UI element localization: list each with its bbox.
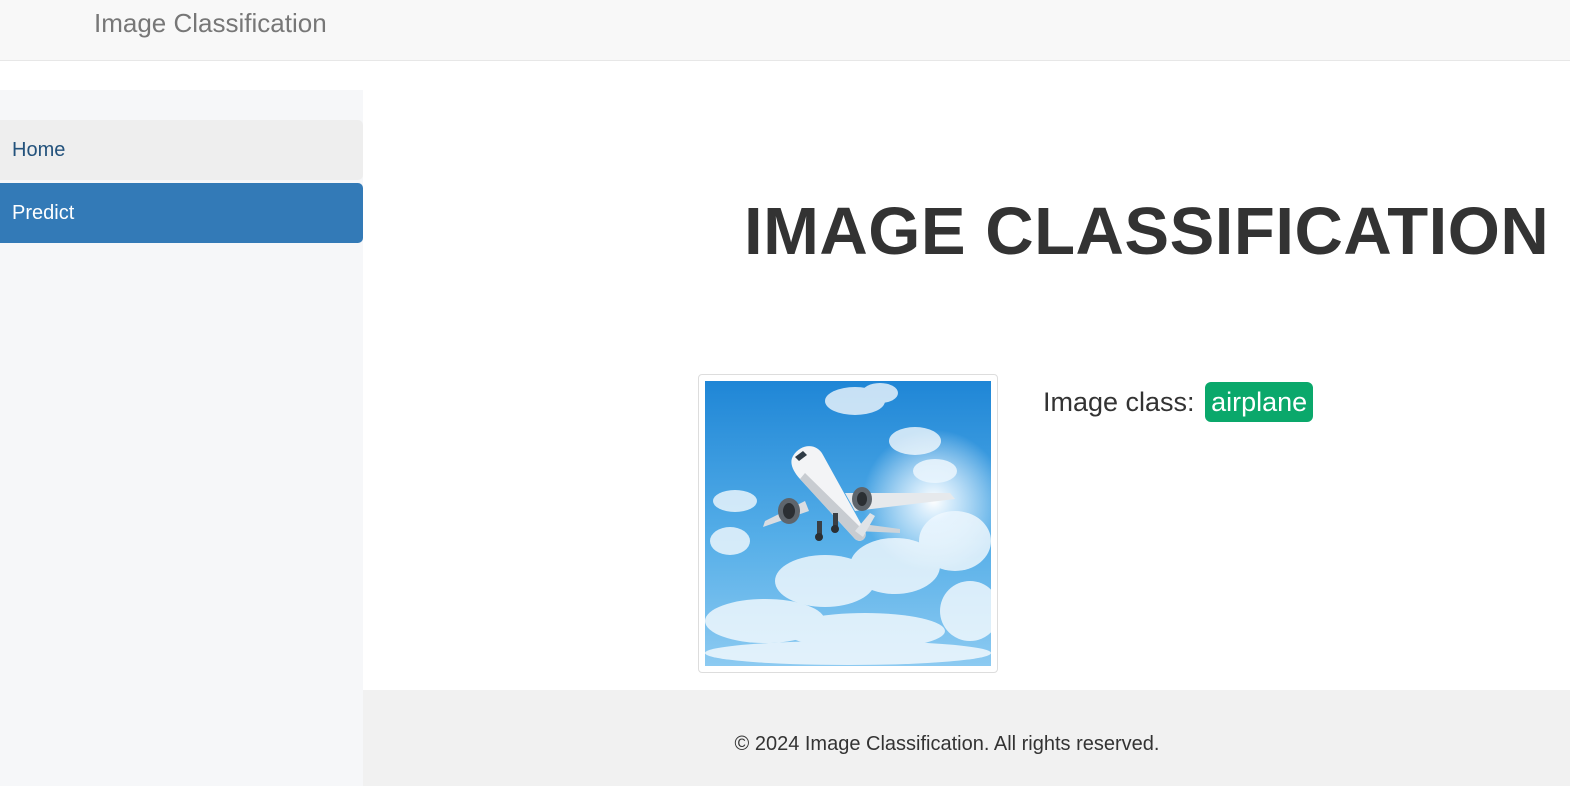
top-navbar: Image Classification: [0, 0, 1570, 61]
sidebar-item-home[interactable]: Home: [0, 120, 363, 180]
sidebar-item-predict[interactable]: Predict: [0, 183, 363, 243]
prediction-result: Image class: airplane: [1043, 382, 1314, 422]
result-label: Image class:: [1043, 387, 1195, 417]
footer: © 2024 Image Classification. All rights …: [363, 690, 1570, 786]
class-badge: airplane: [1205, 382, 1314, 422]
page-title: IMAGE CLASSIFICATION: [744, 194, 1550, 269]
uploaded-image-thumbnail: [698, 374, 998, 673]
navbar-brand[interactable]: Image Classification: [94, 6, 327, 40]
sidebar: Home Predict: [0, 90, 363, 786]
airplane-photo: [705, 381, 991, 666]
footer-copyright: © 2024 Image Classification. All rights …: [734, 733, 1160, 755]
